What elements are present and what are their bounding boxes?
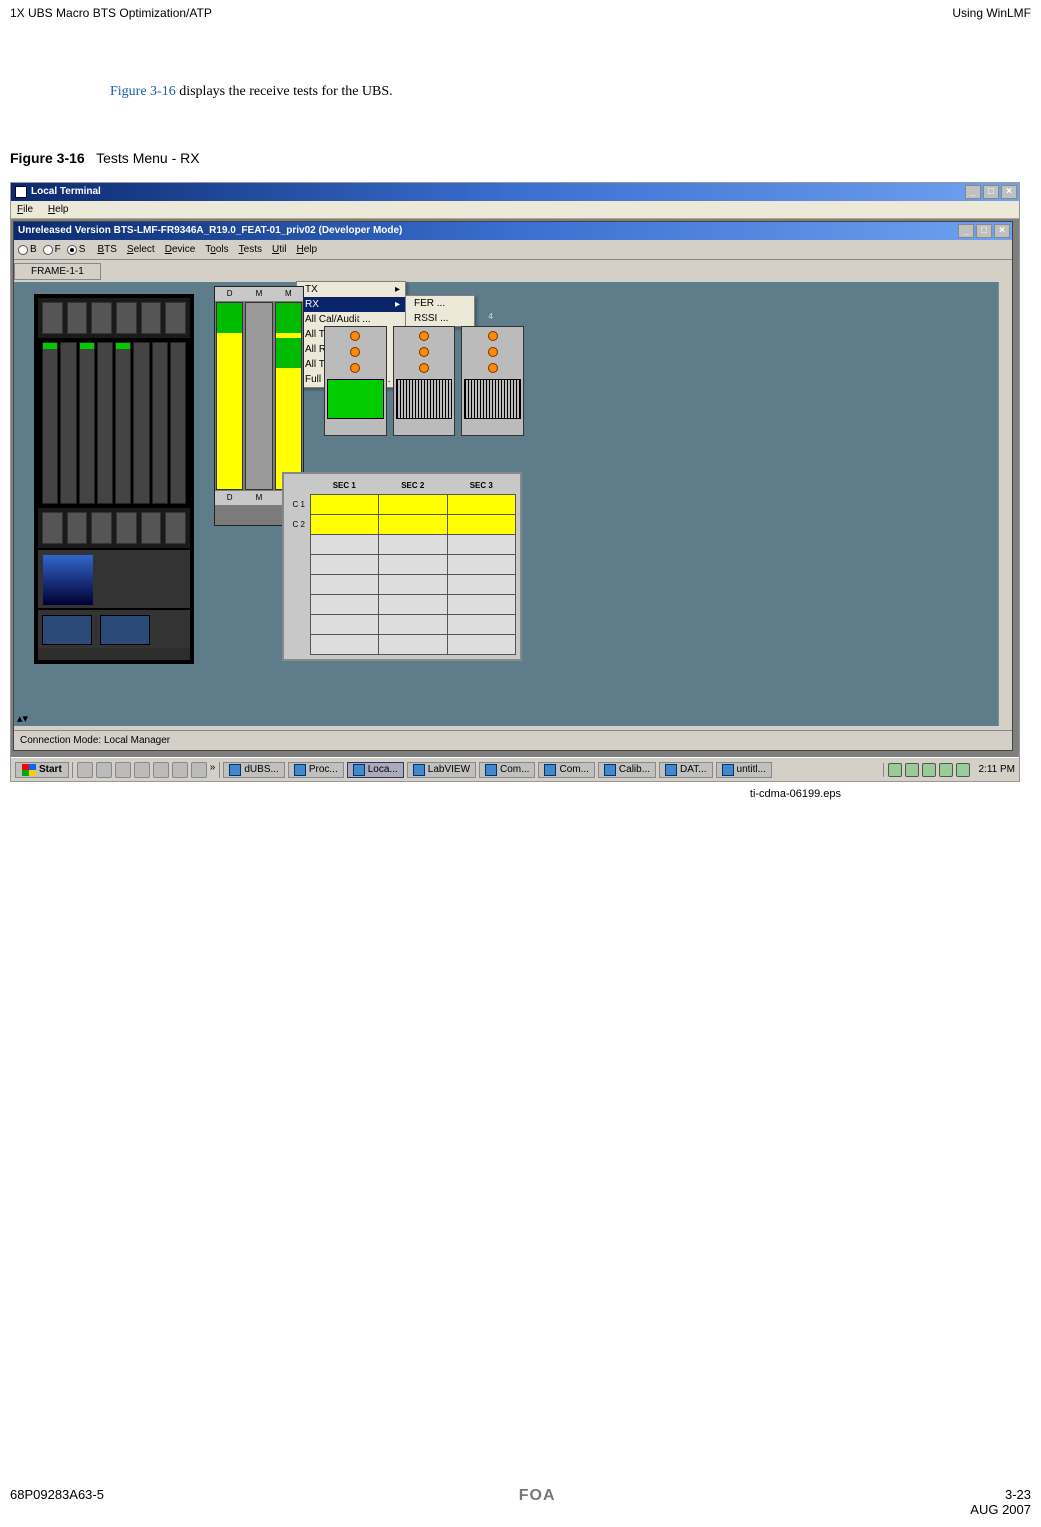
menu-select[interactable]: Select: [127, 244, 155, 255]
child-close-button[interactable]: ×: [994, 224, 1010, 238]
app-icon: [15, 186, 27, 198]
doc-date: AUG 2007: [970, 1502, 1031, 1517]
local-terminal-titlebar[interactable]: Local Terminal _ □ ×: [11, 183, 1019, 201]
tray-icon[interactable]: [939, 763, 953, 777]
task-dubs[interactable]: dUBS...: [223, 762, 284, 778]
tests-rx[interactable]: RX: [297, 297, 405, 312]
quick-launch[interactable]: »: [72, 762, 221, 778]
maximize-button[interactable]: □: [983, 185, 999, 199]
figure-title: Tests Menu - RX: [96, 150, 199, 166]
figure-link[interactable]: Figure 3-16: [110, 84, 176, 99]
task-loca[interactable]: Loca...: [347, 762, 404, 778]
task-calib[interactable]: Calib...: [598, 762, 656, 778]
tray-icon[interactable]: [922, 763, 936, 777]
figure-caption: Figure 3-16 Tests Menu - RX: [0, 100, 1041, 176]
taskbar-clock[interactable]: 2:11 PM: [979, 764, 1016, 775]
rx-fer[interactable]: FER ...: [406, 296, 474, 311]
ql-icon[interactable]: [191, 762, 207, 778]
lmf-titlebar[interactable]: Unreleased Version BTS-LMF-FR9346A_R19.0…: [14, 222, 1012, 240]
module-3[interactable]: [393, 326, 456, 436]
splitter-icon[interactable]: ▴▾: [17, 709, 28, 729]
menu-tests[interactable]: Tests: [239, 244, 262, 255]
lmf-title: Unreleased Version BTS-LMF-FR9346A_R19.0…: [18, 225, 402, 236]
local-terminal-menubar[interactable]: File Help: [11, 201, 1019, 219]
eps-filename: ti-cdma-06199.eps: [0, 782, 1041, 800]
module-row[interactable]: 2 3 4: [324, 326, 524, 436]
start-button[interactable]: Start: [15, 762, 69, 778]
tests-tx[interactable]: TX: [297, 282, 405, 297]
header-left: 1X UBS Macro BTS Optimization/ATP: [10, 6, 212, 20]
child-maximize-button[interactable]: □: [976, 224, 992, 238]
menu-bts[interactable]: BTS: [97, 244, 116, 255]
ql-icon[interactable]: [134, 762, 150, 778]
ql-more[interactable]: »: [210, 762, 216, 778]
radio-s[interactable]: S: [67, 244, 86, 255]
frame-tab-bar: FRAME-1-1: [14, 260, 1012, 282]
system-tray[interactable]: 2:11 PM: [883, 763, 1016, 777]
windows-logo-icon: [22, 764, 36, 776]
task-com2[interactable]: Com...: [538, 762, 594, 778]
rx-submenu[interactable]: FER ... RSSI ...: [405, 295, 475, 327]
intro-rest: displays the receive tests for the UBS.: [176, 84, 393, 99]
status-text: Connection Mode: Local Manager: [20, 735, 170, 746]
module-2[interactable]: [324, 326, 387, 436]
taskbar[interactable]: Start » dUBS... Proc... Loca... LabVIEW …: [11, 757, 1019, 781]
screenshot: Local Terminal _ □ × File Help Unrelease…: [10, 182, 1020, 782]
figure-number: Figure 3-16: [10, 150, 85, 166]
page-number: 3-23: [1005, 1487, 1031, 1502]
task-untitl[interactable]: untitl...: [716, 762, 772, 778]
task-labview[interactable]: LabVIEW: [407, 762, 476, 778]
task-dat[interactable]: DAT...: [659, 762, 712, 778]
ql-icon[interactable]: [96, 762, 112, 778]
minimize-button[interactable]: _: [965, 185, 981, 199]
page-footer: 68P09283A63-5 FOA 3-23 AUG 2007: [10, 1487, 1031, 1517]
ql-icon[interactable]: [172, 762, 188, 778]
status-bar: ▴▾ Connection Mode: Local Manager: [14, 730, 1012, 750]
close-button[interactable]: ×: [1001, 185, 1017, 199]
radio-f[interactable]: F: [43, 244, 61, 255]
equipment-rack[interactable]: [34, 294, 194, 664]
lmf-menubar[interactable]: B F S BTS Select Device Tools Tests Util…: [14, 240, 1012, 260]
menu-file[interactable]: File: [17, 204, 33, 215]
ql-icon[interactable]: [153, 762, 169, 778]
child-minimize-button[interactable]: _: [958, 224, 974, 238]
header-right: Using WinLMF: [952, 6, 1031, 20]
menu-help[interactable]: Help: [48, 204, 69, 215]
tray-icon[interactable]: [905, 763, 919, 777]
task-com1[interactable]: Com...: [479, 762, 535, 778]
footer-center: FOA: [519, 1487, 556, 1517]
vertical-scrollbar[interactable]: [998, 282, 1012, 726]
module-4[interactable]: [461, 326, 524, 436]
local-terminal-title: Local Terminal: [31, 183, 101, 201]
menu-help2[interactable]: Help: [296, 244, 317, 255]
task-proc[interactable]: Proc...: [288, 762, 344, 778]
page-header: 1X UBS Macro BTS Optimization/ATP Using …: [0, 0, 1041, 24]
sector-grid[interactable]: SEC 1 SEC 2 SEC 3 C 1 C 2: [282, 472, 522, 661]
intro-paragraph: Figure 3-16 displays the receive tests f…: [0, 24, 1041, 100]
lmf-canvas: TX RX All Cal/Audit ... All TX ATP ... A…: [14, 282, 1012, 726]
menu-device[interactable]: Device: [165, 244, 196, 255]
tray-icon[interactable]: [888, 763, 902, 777]
menu-util[interactable]: Util: [272, 244, 286, 255]
ql-icon[interactable]: [115, 762, 131, 778]
frame-tab[interactable]: FRAME-1-1: [14, 263, 101, 280]
menu-tools[interactable]: Tools: [205, 244, 228, 255]
tray-icon[interactable]: [956, 763, 970, 777]
ql-icon[interactable]: [77, 762, 93, 778]
radio-b[interactable]: B: [18, 244, 37, 255]
doc-number: 68P09283A63-5: [10, 1487, 104, 1517]
lmf-window: Unreleased Version BTS-LMF-FR9346A_R19.0…: [13, 221, 1013, 751]
